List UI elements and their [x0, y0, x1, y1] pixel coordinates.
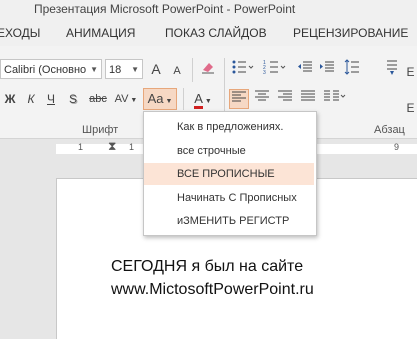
font-group-label: Шрифт	[82, 124, 119, 136]
chevron-down-icon: ▼	[90, 65, 98, 74]
bulleted-list-icon	[232, 60, 254, 74]
decrease-indent-button[interactable]	[296, 59, 314, 79]
increase-indent-button[interactable]	[318, 59, 336, 79]
ruler-mark: 1	[78, 142, 84, 152]
window-title: Презентация Microsoft PowerPoint - Power…	[34, 2, 296, 16]
menu-item-lowercase[interactable]: все строчные	[144, 140, 314, 162]
eraser-icon	[202, 63, 214, 74]
numbered-list-icon: 123	[263, 60, 286, 76]
chevron-down-icon: ▼	[128, 97, 138, 104]
justify-button[interactable]	[298, 89, 318, 109]
font-name-value: Calibri (Основно	[4, 64, 87, 76]
underline-icon: Ч	[47, 92, 55, 106]
grow-font-button[interactable]: A	[148, 59, 164, 79]
increase-indent-icon	[320, 61, 334, 72]
chevron-down-icon: ▼	[202, 98, 212, 105]
strikethrough-button[interactable]: abc	[86, 89, 110, 109]
italic-button[interactable]: К	[23, 89, 39, 109]
slide-text-line-2: www.MictosoftPowerPoint.ru	[111, 281, 314, 298]
align-right-button[interactable]	[275, 89, 295, 109]
decrease-indent-icon	[298, 61, 312, 72]
font-size-value: 18	[109, 64, 122, 76]
slide-text-line-1: СЕГОДНЯ я был на сайте	[111, 258, 304, 275]
divider	[183, 88, 184, 110]
menu-item-toggle-case[interactable]: иЗМЕНИТЬ РЕГИСТР	[144, 210, 314, 232]
tab-slideshow[interactable]: ПОКАЗ СЛАЙДОВ	[165, 26, 267, 40]
bullets-button[interactable]	[230, 59, 256, 79]
line-spacing-icon	[344, 59, 359, 75]
font-name-combobox[interactable]: Calibri (Основно ▼	[0, 59, 102, 79]
indent-marker-icon[interactable]: ⧗	[108, 139, 116, 154]
bold-icon: Ж	[4, 92, 16, 106]
tab-transitions[interactable]: ЕХОДЫ	[0, 26, 40, 40]
menu-item-uppercase[interactable]: ВСЕ ПРОПИСНЫЕ	[144, 163, 314, 185]
line-spacing-button[interactable]	[343, 59, 361, 79]
align-text-button[interactable]: Е	[404, 98, 417, 118]
ruler-mark: 1	[129, 142, 135, 152]
shrink-font-button[interactable]: A	[170, 61, 184, 81]
font-color-button[interactable]: A ▼	[189, 89, 217, 109]
ribbon-tab-bar: ЕХОДЫ АНИМАЦИЯ ПОКАЗ СЛАЙДОВ РЕЦЕНЗИРОВА…	[0, 20, 417, 47]
italic-icon: К	[27, 92, 35, 106]
shrink-font-icon: A	[173, 65, 181, 77]
columns-button[interactable]	[322, 89, 348, 109]
underline-button[interactable]: Ч	[43, 89, 59, 109]
bold-button[interactable]: Ж	[2, 89, 18, 109]
align-center-button[interactable]	[252, 89, 272, 109]
align-left-button[interactable]	[229, 89, 249, 109]
align-text-letter: Е	[406, 101, 415, 115]
title-bar: Презентация Microsoft PowerPoint - Power…	[0, 0, 417, 20]
character-spacing-button[interactable]: AV ▼	[113, 89, 139, 109]
align-right-icon	[278, 90, 292, 101]
chevron-down-icon: ▼	[163, 98, 173, 105]
justify-icon	[301, 90, 315, 101]
align-left-icon	[232, 91, 246, 102]
menu-item-capitalize-each-word[interactable]: Начинать С Прописных	[144, 187, 314, 209]
tab-animations[interactable]: АНИМАЦИЯ	[66, 26, 135, 40]
font-size-combobox[interactable]: 18 ▼	[105, 59, 143, 79]
text-direction-letter: Е	[406, 65, 415, 79]
text-shadow-button[interactable]: S	[65, 89, 81, 109]
text-direction-button[interactable]: Е	[404, 62, 417, 82]
change-case-menu: Как в предложениях. все строчные ВСЕ ПРО…	[143, 111, 317, 236]
numbering-button[interactable]: 123	[262, 59, 288, 79]
menu-item-sentence-case[interactable]: Как в предложениях.	[144, 116, 314, 138]
ruler-mark: 9	[394, 142, 400, 152]
columns-icon	[324, 90, 346, 101]
paragraph-group-label: Абзац	[374, 124, 405, 136]
slide-text-box[interactable]: СЕГОДНЯ я был на сайте www.MictosoftPowe…	[111, 255, 314, 301]
change-case-button[interactable]: Aa ▼	[143, 88, 177, 110]
svg-text:3: 3	[263, 70, 266, 75]
strikethrough-icon: abc	[89, 93, 107, 105]
font-color-icon: A	[194, 91, 203, 109]
sort-button[interactable]	[384, 59, 400, 79]
chevron-down-icon: ▼	[131, 65, 139, 74]
text-shadow-icon: S	[68, 92, 77, 106]
character-spacing-icon: AV	[114, 93, 129, 105]
clear-formatting-button[interactable]	[199, 59, 217, 79]
change-case-icon: Aa	[147, 91, 164, 106]
divider	[192, 58, 193, 82]
align-center-icon	[255, 90, 269, 101]
grow-font-icon: A	[151, 61, 161, 77]
sort-icon	[387, 60, 397, 75]
tab-review[interactable]: РЕЦЕНЗИРОВАНИЕ	[293, 26, 408, 40]
